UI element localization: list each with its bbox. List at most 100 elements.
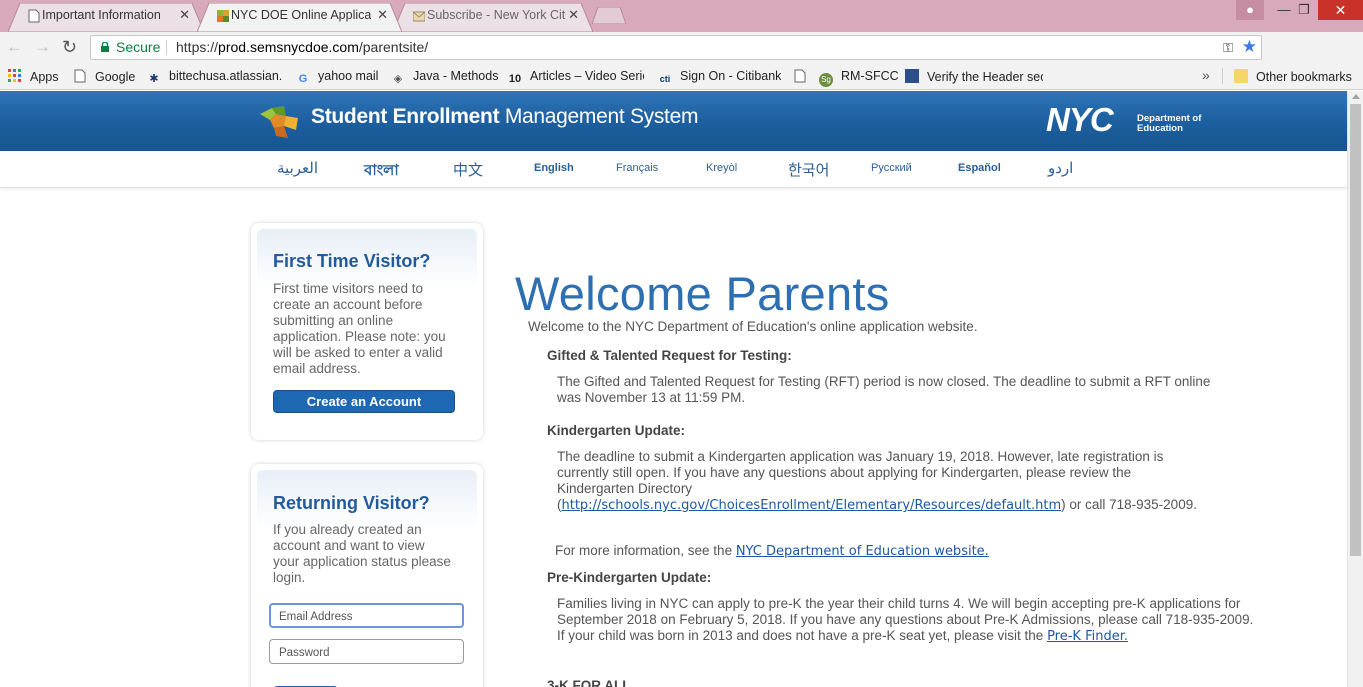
section-title-3k: 3-K FOR ALL [547, 678, 631, 687]
window-close-icon[interactable]: ✕ [1318, 0, 1363, 20]
section-title-kindergarten: Kindergarten Update: [547, 423, 686, 438]
user-profile-icon[interactable]: ● [1236, 0, 1264, 20]
bookmark-apps[interactable]: Apps [8, 69, 59, 84]
bookmark-yahoo-mail[interactable]: Gyahoo mail [296, 69, 379, 86]
pre-k-finder-link[interactable]: Pre-K Finder. [1047, 629, 1128, 644]
scroll-up-arrow-icon[interactable] [1352, 94, 1360, 99]
atlassian-icon: ✱ [149, 73, 159, 85]
kindergarten-directory-link[interactable]: http://schools.nyc.gov/ChoicesEnrollment… [562, 498, 1062, 513]
tab-important-information[interactable]: Important Information ✕ [8, 3, 204, 32]
card-title: Returning Visitor? [273, 493, 430, 513]
apps-grid-icon [8, 69, 22, 83]
lang-arabic[interactable]: العربية [277, 159, 318, 177]
tab-nyc-doe-active[interactable]: NYC DOE Online Applica ✕ [197, 3, 402, 32]
back-arrow-icon[interactable]: ← [6, 37, 23, 57]
lang-korean[interactable]: 한국어 [788, 159, 829, 180]
site-title-bold: Student Enrollment [311, 105, 500, 128]
url-text[interactable]: https://prod.semsnycdoe.com/parentsite/ [176, 36, 428, 59]
bookmark-verify-header[interactable]: Verify the Header sec [905, 69, 1043, 84]
tab-title: Important Information [42, 8, 161, 22]
url-host: prod.semsnycdoe.com [218, 39, 359, 55]
pre-k-text: Families living in NYC can apply to pre-… [557, 596, 1254, 643]
email-field[interactable]: Email Address [269, 603, 464, 628]
site-header: Student Enrollment Management System NYC… [0, 91, 1347, 151]
bookmark-star-icon[interactable]: ★ [1242, 35, 1257, 58]
first-time-visitor-card: First Time Visitor? First time visitors … [251, 223, 483, 440]
section-title-gifted-talented: Gifted & Talented Request for Testing: [547, 348, 792, 363]
citi-icon: cti [659, 74, 671, 84]
bookmark-label: RM-SFCC [841, 69, 899, 83]
lang-urdu[interactable]: اردو [1048, 159, 1073, 177]
tab-strip: Important Information ✕ Subscribe - New … [0, 0, 1363, 32]
io-icon: 10 [508, 73, 522, 85]
bookmark-label: Verify the Header sec [927, 70, 1043, 84]
returning-visitor-card: Returning Visitor? If you already create… [251, 464, 483, 687]
restore-icon[interactable]: ❐ [1290, 0, 1318, 20]
tab-subscribe[interactable]: Subscribe - New York Cit ✕ [393, 3, 593, 32]
key-icon[interactable]: ⚿ [1223, 36, 1233, 59]
bookmark-label: yahoo mail [318, 69, 379, 83]
lang-bengali[interactable]: বাংলা [364, 159, 399, 184]
chevron-more-icon[interactable]: » [1202, 67, 1210, 83]
section-body-kindergarten: The deadline to submit a Kindergarten ap… [557, 449, 1207, 514]
new-tab-button[interactable] [592, 7, 626, 24]
more-info-text: For more information, see the NYC Depart… [555, 543, 989, 559]
diamond-icon: ◈ [393, 73, 403, 85]
lang-french[interactable]: Français [616, 162, 658, 174]
lang-russian[interactable]: Русский [871, 162, 912, 174]
url-path: /parentsite/ [358, 39, 429, 55]
bookmark-citibank[interactable]: cti Sign On - Citibank [658, 69, 782, 86]
more-info-prefix: For more information, see the [555, 543, 736, 558]
close-icon[interactable]: ✕ [179, 3, 190, 27]
bookmark-page[interactable] [793, 69, 815, 84]
card-title: First Time Visitor? [273, 251, 431, 271]
page-title: Welcome Parents [515, 267, 890, 320]
nyc-logo[interactable]: NYC [1046, 103, 1134, 136]
section-body-pre-k: Families living in NYC can apply to pre-… [557, 596, 1257, 645]
doe-website-link[interactable]: NYC Department of Education website. [736, 544, 989, 559]
intro-text: Welcome to the NYC Department of Educati… [528, 319, 978, 334]
doe-line-2: Education [1137, 123, 1183, 134]
bookmark-label: Articles – Video Serie [530, 69, 644, 83]
scroll-thumb[interactable] [1350, 104, 1361, 556]
lang-english[interactable]: English [534, 162, 574, 174]
bookmark-atlassian[interactable]: ✱ bittechusa.atlassian.n [147, 69, 283, 86]
kindergarten-call-text: ) or call 718-935-2009. [1061, 497, 1197, 512]
bookmark-label: Sign On - Citibank [680, 69, 782, 83]
bookmark-java-methods[interactable]: ◈ Java - Methods [391, 69, 499, 86]
lang-haitian-creole[interactable]: Kreyòl [706, 162, 737, 174]
close-icon[interactable]: ✕ [568, 3, 579, 27]
address-bar[interactable]: Secure https://prod.semsnycdoe.com/paren… [90, 35, 1262, 60]
close-icon[interactable]: ✕ [377, 3, 388, 27]
doe-logo-text: Department of Education [1137, 114, 1201, 134]
forward-arrow-icon[interactable]: → [34, 37, 51, 57]
page-icon [28, 9, 40, 23]
bookmark-label: Java - Methods [413, 69, 499, 83]
url-scheme: https:// [176, 39, 219, 55]
section-body-gifted-talented: The Gifted and Talented Request for Test… [557, 374, 1211, 405]
bookmark-google[interactable]: Google [73, 69, 135, 84]
bookmarks-bar: Apps Google ✱ bittechusa.atlassian.n Gyah… [0, 62, 1363, 90]
bookmark-rm-sfcc[interactable]: Sg RM-SFCC [819, 69, 899, 87]
app-icon [905, 69, 919, 83]
divider [166, 40, 167, 55]
bookmark-articles[interactable]: 10 Articles – Video Serie [508, 69, 644, 86]
lang-chinese[interactable]: 中文 [453, 159, 483, 180]
divider [1222, 68, 1223, 84]
tab-title: NYC DOE Online Applica [231, 8, 371, 22]
sg-icon: Sg [819, 73, 833, 87]
lang-spanish[interactable]: Español [958, 162, 1001, 174]
create-account-button[interactable]: Create an Account [273, 390, 455, 413]
password-field[interactable]: Password [269, 639, 464, 664]
mail-icon [413, 11, 425, 22]
kindergarten-text: The deadline to submit a Kindergarten ap… [557, 449, 1164, 496]
tab-title: Subscribe - New York Cit [427, 8, 566, 22]
puzzle-icon [217, 10, 229, 22]
bookmark-label: Other bookmarks [1256, 70, 1352, 84]
bookmark-other[interactable]: Other bookmarks [1234, 69, 1352, 84]
language-bar: العربية বাংলা 中文 English Français Kreyòl… [0, 151, 1347, 188]
page-scrollbar[interactable] [1347, 91, 1363, 687]
bookmark-label: Apps [30, 70, 59, 84]
puzzle-logo-icon [260, 106, 298, 138]
reload-icon[interactable]: ↻ [62, 37, 77, 57]
